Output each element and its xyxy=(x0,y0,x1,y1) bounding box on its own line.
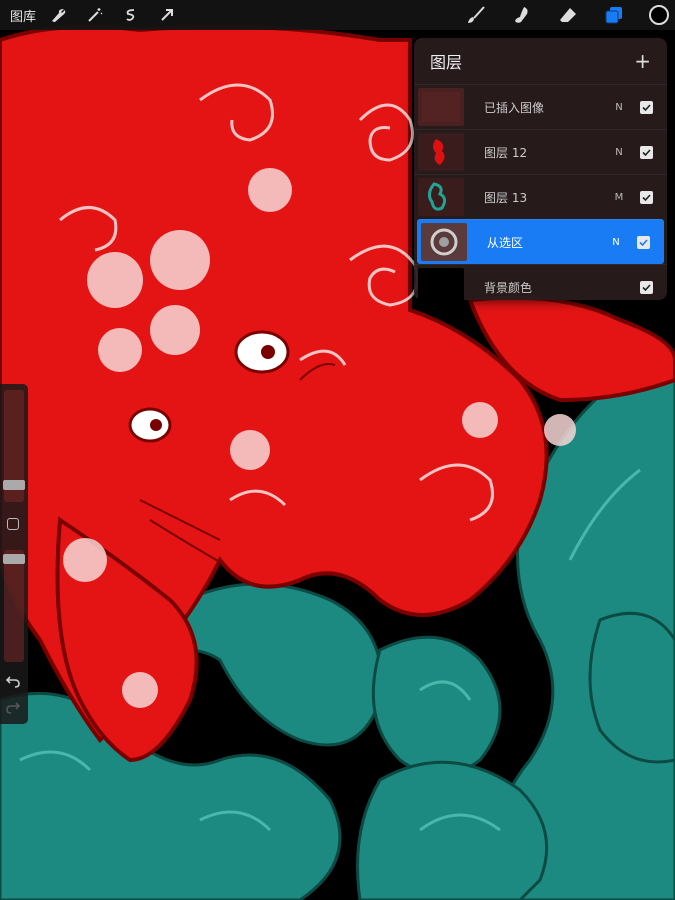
blend-mode[interactable]: N xyxy=(612,147,626,158)
layers-icon[interactable] xyxy=(603,4,625,26)
layers-panel: 图层 + 已插入图像 N 图层 12 N 图层 13 M 从选区 N 背景颜色 xyxy=(414,38,667,300)
layer-thumbnail xyxy=(418,268,464,300)
color-swatch[interactable] xyxy=(649,5,669,25)
layers-panel-header: 图层 + xyxy=(414,38,667,84)
layer-visibility-checkbox[interactable] xyxy=(640,280,653,294)
undo-icon[interactable] xyxy=(5,674,20,692)
redo-icon[interactable] xyxy=(6,700,21,718)
layer-visibility-checkbox[interactable] xyxy=(637,235,650,249)
magic-wand-icon[interactable] xyxy=(84,4,106,26)
selection-icon[interactable] xyxy=(120,4,142,26)
layer-visibility-checkbox[interactable] xyxy=(640,145,653,159)
layer-row-selected[interactable]: 从选区 N xyxy=(417,219,664,264)
layer-thumbnail xyxy=(418,133,464,171)
eraser-icon[interactable] xyxy=(557,4,579,26)
layer-name: 已插入图像 xyxy=(484,100,545,115)
blend-mode[interactable]: N xyxy=(609,237,623,248)
layer-visibility-checkbox[interactable] xyxy=(640,190,653,204)
blend-mode[interactable]: M xyxy=(612,192,626,203)
layer-name: 图层 12 xyxy=(484,145,528,160)
smudge-icon[interactable] xyxy=(511,4,533,26)
add-layer-button[interactable]: + xyxy=(634,49,651,73)
layer-row[interactable]: 图层 13 M xyxy=(414,174,667,219)
layer-visibility-checkbox[interactable] xyxy=(640,100,653,114)
gallery-button[interactable]: 图库 xyxy=(10,6,36,25)
top-toolbar: 图库 xyxy=(0,0,675,30)
brush-size-handle[interactable] xyxy=(3,480,25,490)
toolbar-right-group xyxy=(441,0,675,30)
left-sidebar xyxy=(0,384,28,724)
layer-thumbnail xyxy=(418,178,464,216)
opacity-slider[interactable] xyxy=(4,550,24,662)
layer-thumbnail xyxy=(418,88,464,126)
layer-row-background[interactable]: 背景颜色 xyxy=(414,264,667,300)
layer-name: 从选区 xyxy=(487,235,524,250)
modify-button[interactable] xyxy=(7,518,19,530)
layer-thumbnail xyxy=(421,223,467,261)
layer-name: 图层 13 xyxy=(484,190,528,205)
layer-name: 背景颜色 xyxy=(484,280,533,295)
layers-panel-title: 图层 xyxy=(430,53,463,72)
layer-row[interactable]: 图层 12 N xyxy=(414,129,667,174)
layer-row[interactable]: 已插入图像 N xyxy=(414,84,667,129)
wrench-icon[interactable] xyxy=(48,4,70,26)
brush-icon[interactable] xyxy=(465,4,487,26)
transform-arrow-icon[interactable] xyxy=(156,4,178,26)
opacity-handle[interactable] xyxy=(3,554,25,564)
blend-mode[interactable]: N xyxy=(612,102,626,113)
